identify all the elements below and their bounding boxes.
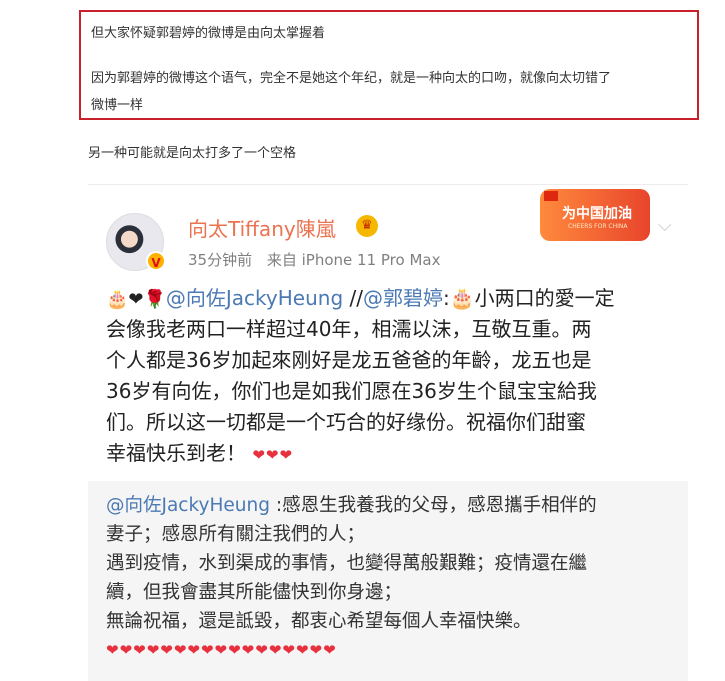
post-text: 🎂❤🌹@向佐JackyHeung //@郭碧婷:🎂小两口的愛一定 会像我老两口一… [106, 283, 686, 469]
post-time[interactable]: 35分钟前 [188, 251, 252, 269]
heart-emoji-row: ❤❤❤ [252, 446, 294, 464]
repost-line: 無論祝福，還是詆毀，都衷心希望每個人幸福快樂。 [106, 611, 532, 632]
post-meta: 35分钟前 来自 iPhone 11 Pro Max [188, 249, 450, 270]
post-line: 幸福快乐到老！ ❤❤❤ [106, 438, 686, 469]
post-line: 们。所以这一切都是一个巧合的好缘份。祝福你们甜蜜 [106, 410, 586, 434]
post-line: 会像我老两口一样超过40年，相濡以沫，互敬互重。两 [106, 317, 592, 341]
post-line: 🎂❤🌹@向佐JackyHeung //@郭碧婷:🎂小两口的愛一定 [106, 283, 686, 314]
post-source: 来自 iPhone 11 Pro Max [266, 251, 441, 269]
cheer-badge: 为中国加油 CHEERS FOR CHINA [540, 189, 650, 241]
post-line: 36岁有向佐，你们也是如我们愿在36岁生个鼠宝宝給我 [106, 379, 597, 403]
highlighted-quote-box: 但大家怀疑郭碧婷的微博是由向太掌握着 因为郭碧婷的微博这个语气，完全不是她这个年… [79, 10, 699, 120]
post-text-segment: :🎂小两口的愛一定 [443, 286, 615, 310]
repost-line: 遇到疫情，水到渠成的事情，也變得萬般艱難；疫情還在繼 [106, 553, 588, 574]
chevron-down-icon[interactable]: ⌵ [658, 215, 680, 237]
repost-line: 續，但我會盡其所能儘快到你身邊； [106, 582, 403, 603]
post-line: 个人都是36岁加起來刚好是龙五爸爸的年齡，龙五也是 [106, 348, 592, 372]
post-username[interactable]: 向太Tiffany陳嵐 [188, 213, 336, 242]
weibo-post-card: V 向太Tiffany陳嵐 ♛ 35分钟前 来自 iPhone 11 Pro M… [88, 184, 688, 681]
quote-line-1: 但大家怀疑郭碧婷的微博是由向太掌握着 [91, 26, 326, 41]
reposted-content[interactable]: @向佐JackyHeung :感恩生我養我的父母，感恩攜手相伴的 妻子；感恩所有… [88, 481, 688, 681]
mention-link[interactable]: @郭碧婷 [363, 286, 443, 310]
badge-text: 为中国加油 [562, 206, 632, 222]
mention-link[interactable]: @向佐JackyHeung [166, 286, 343, 310]
heart-emoji-row: ❤❤❤❤❤❤❤❤❤❤❤❤❤❤❤❤❤ [106, 641, 337, 659]
repost-line: 妻子；感恩所有關注我們的人； [106, 524, 366, 545]
quote-line-3: 微博一样 [91, 98, 144, 113]
crown-icon: ♛ [356, 215, 378, 237]
post-text-segment: 幸福快乐到老！ [106, 441, 246, 465]
repost-text: @向佐JackyHeung :感恩生我養我的父母，感恩攜手相伴的 妻子；感恩所有… [106, 491, 676, 665]
repost-line: @向佐JackyHeung :感恩生我養我的父母，感恩攜手相伴的 [106, 491, 676, 520]
mention-link[interactable]: @向佐JackyHeung [106, 495, 270, 516]
verified-v-icon: V [146, 251, 166, 271]
repost-separator: // [343, 286, 364, 310]
article-paragraph: 另一种可能就是向太打多了一个空格 [88, 146, 297, 161]
badge-subtext: CHEERS FOR CHINA [568, 223, 628, 230]
repost-text-segment: :感恩生我養我的父母，感恩攜手相伴的 [269, 495, 597, 516]
cake-heart-rose-emoji: 🎂❤🌹 [106, 289, 166, 310]
quote-line-2: 因为郭碧婷的微博这个语气，完全不是她这个年纪，就是一种向太的口吻，就像向太切错了 [91, 71, 612, 86]
flag-icon [544, 191, 558, 201]
